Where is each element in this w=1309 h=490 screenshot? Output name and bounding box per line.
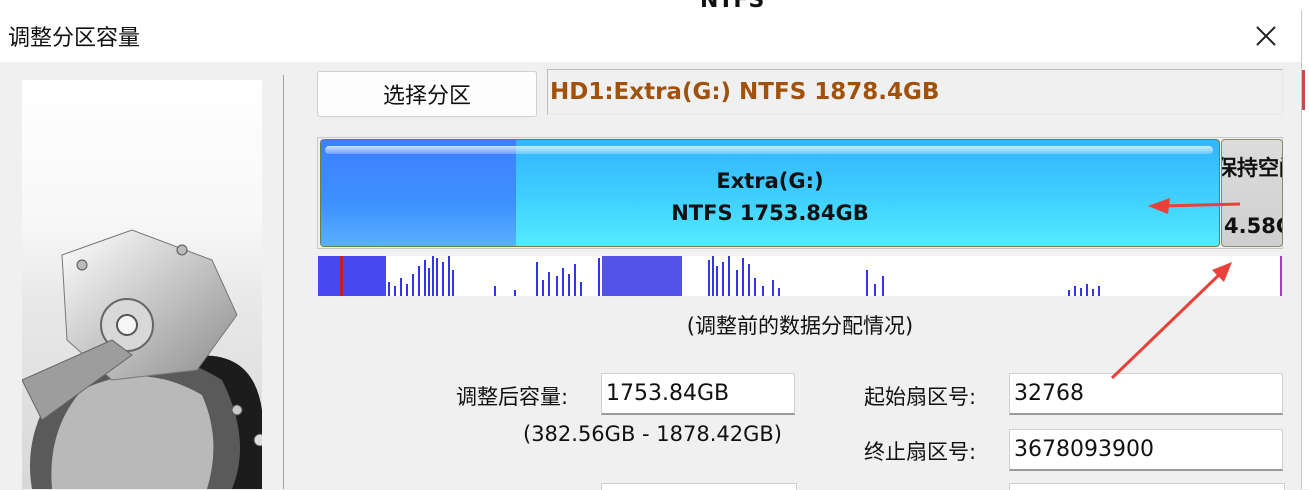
partition-bar-extra[interactable]: Extra(G:) NTFS 1753.84GB bbox=[320, 139, 1220, 247]
edge-mark bbox=[1302, 70, 1305, 110]
size-range-hint: (382.56GB - 1878.42GB) bbox=[523, 422, 782, 446]
background-window-strip: NTFS bbox=[0, 0, 1309, 13]
vertical-separator bbox=[283, 75, 284, 489]
unallocated-space-block[interactable]: 保持空闲 4.58G bbox=[1221, 139, 1283, 247]
title-bar: 调整分区容量 bbox=[0, 10, 1301, 62]
end-sector-label: 终止扇区号: bbox=[864, 440, 977, 464]
unallocated-size: 4.58G bbox=[1224, 214, 1282, 238]
dialog-title: 调整分区容量 bbox=[8, 26, 141, 51]
background-window-edge bbox=[1302, 0, 1309, 489]
partition-bar-name: Extra(G:) bbox=[716, 169, 824, 193]
new-size-field[interactable]: 1753.84GB bbox=[601, 373, 795, 415]
distribution-histogram bbox=[318, 256, 1282, 296]
end-sector-field[interactable]: 3678093900 bbox=[1009, 429, 1283, 471]
data-distribution-graph bbox=[318, 256, 1282, 296]
unallocated-label: 保持空闲 bbox=[1222, 156, 1282, 180]
start-sector-label: 起始扇区号: bbox=[864, 385, 977, 409]
close-button[interactable] bbox=[1246, 18, 1286, 54]
partition-bar-size: NTFS 1753.84GB bbox=[671, 201, 869, 225]
bar-highlight bbox=[325, 146, 1213, 154]
new-size-label: 调整后容量: bbox=[456, 385, 569, 409]
distribution-caption: (调整前的数据分配情况) bbox=[686, 314, 914, 338]
select-partition-button[interactable]: 选择分区 bbox=[317, 71, 537, 117]
hard-disk-illustration bbox=[22, 80, 262, 489]
partition-info-field: HD1:Extra(G:) NTFS 1878.4GB bbox=[547, 69, 1283, 115]
partition-bar-label: Extra(G:) NTFS 1753.84GB bbox=[321, 165, 1219, 229]
start-sector-field[interactable]: 32768 bbox=[1009, 373, 1283, 415]
close-icon bbox=[1256, 26, 1276, 46]
